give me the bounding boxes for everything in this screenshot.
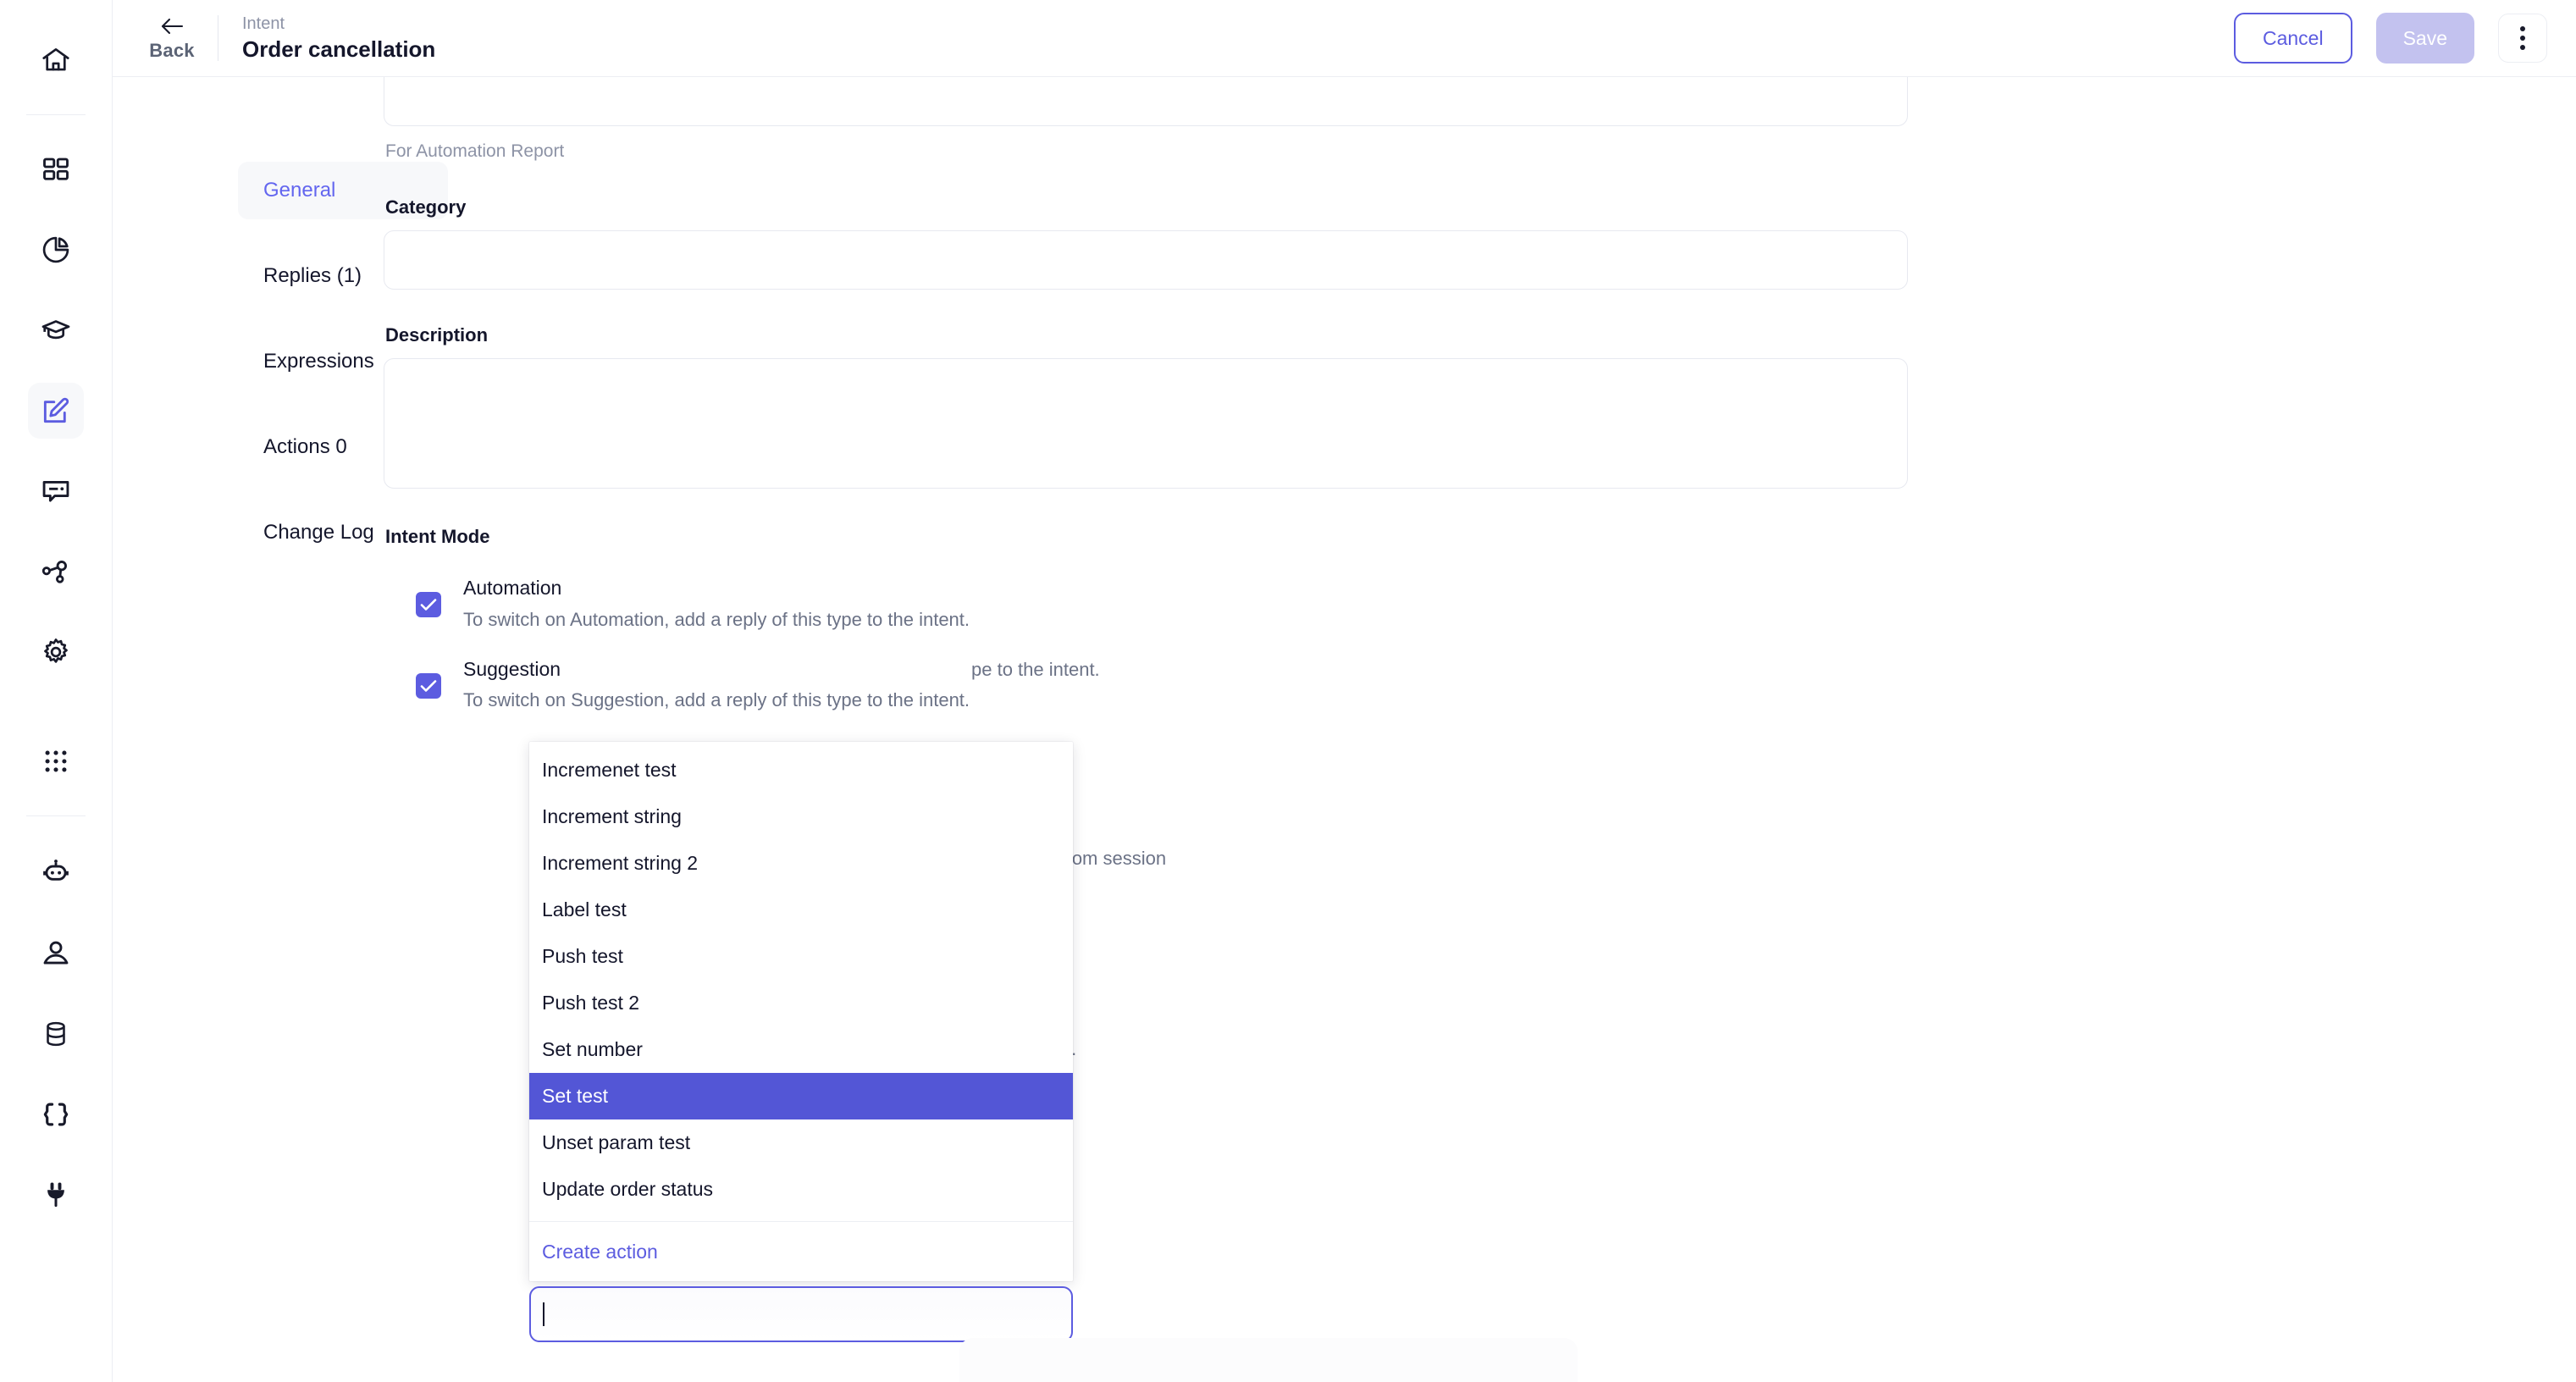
create-action-link[interactable]: Create action: [529, 1222, 1073, 1281]
occluded-text-fragment-1: pe to the intent.: [971, 659, 1100, 680]
rail-item-intents[interactable]: [28, 383, 84, 439]
rail-item-integrations[interactable]: [28, 1167, 84, 1223]
home-icon: [40, 44, 72, 76]
intent-mode-automation[interactable]: Automation To switch on Automation, add …: [384, 573, 1908, 634]
rail-item-dashboard[interactable]: [28, 141, 84, 197]
name-input[interactable]: [384, 77, 1908, 126]
apps-dots-icon: [41, 747, 70, 776]
automation-description: To switch on Automation, add a reply of …: [463, 608, 970, 630]
code-braces-icon: [40, 1098, 72, 1130]
page-title: Order cancellation: [242, 36, 436, 62]
rail-item-code[interactable]: [28, 1086, 84, 1142]
page-body: General Replies (1) Expressions Actions …: [113, 77, 2576, 1382]
dropdown-option-list: Incremenet test Increment string Increme…: [529, 742, 1073, 1216]
more-vertical-icon: [2520, 26, 2525, 50]
rail-item-training[interactable]: [28, 302, 84, 358]
bottom-panel: [959, 1338, 1578, 1382]
user-icon: [40, 937, 72, 970]
suggestion-description: To switch on Suggestion, add a reply of …: [463, 689, 970, 711]
automation-texts: Automation To switch on Automation, add …: [463, 573, 970, 634]
chat-bubble-icon: [40, 475, 72, 507]
suggestion-texts: Suggestion To switch on Suggestion, add …: [463, 655, 970, 716]
app-root: Back Intent Order cancellation Cancel Sa…: [0, 0, 2576, 1382]
dropdown-option[interactable]: Set number: [529, 1026, 1073, 1073]
top-header: Back Intent Order cancellation Cancel Sa…: [113, 0, 2576, 77]
graduation-cap-icon: [40, 314, 72, 346]
plug-icon: [41, 1180, 71, 1210]
dropdown-option[interactable]: Push test 2: [529, 980, 1073, 1026]
edit-square-icon: [40, 395, 72, 427]
text-cursor: [543, 1302, 544, 1326]
save-button[interactable]: Save: [2375, 13, 2474, 64]
category-input[interactable]: [384, 230, 1908, 290]
rail-item-apps[interactable]: [28, 733, 84, 789]
rail-divider-2: [26, 815, 86, 816]
page-kicker: Intent: [242, 14, 285, 33]
main-column: Back Intent Order cancellation Cancel Sa…: [113, 0, 2576, 1382]
back-button[interactable]: Back: [141, 14, 202, 62]
cancel-button[interactable]: Cancel: [2233, 13, 2352, 64]
share-nodes-icon: [40, 556, 72, 588]
description-label: Description: [385, 324, 489, 346]
dropdown-option[interactable]: Unset param test: [529, 1119, 1073, 1166]
database-icon: [41, 1020, 70, 1048]
gear-icon: [40, 636, 72, 668]
rail-item-users[interactable]: [28, 926, 84, 981]
back-label: Back: [149, 40, 195, 61]
rail-item-data[interactable]: [28, 1006, 84, 1062]
category-label: Category: [385, 196, 467, 218]
primary-icon-rail: [0, 0, 113, 1382]
action-search-input[interactable]: [529, 1286, 1073, 1342]
action-select-dropdown: Incremenet test Increment string Increme…: [529, 742, 1073, 1342]
rail-item-bot[interactable]: [28, 845, 84, 901]
more-options-button[interactable]: [2498, 14, 2547, 63]
automation-label: Automation: [463, 577, 562, 599]
rail-item-analytics[interactable]: [28, 222, 84, 278]
rail-item-home[interactable]: [28, 32, 84, 88]
rail-divider-1: [26, 114, 86, 115]
dropdown-option[interactable]: Label test: [529, 887, 1073, 933]
suggestion-checkbox[interactable]: [416, 672, 441, 699]
dropdown-option[interactable]: Increment string 2: [529, 840, 1073, 887]
section-nav: General Replies (1) Expressions Actions …: [113, 77, 448, 1382]
grid-icon: [41, 154, 71, 185]
rail-item-conversations[interactable]: [28, 463, 84, 519]
rail-item-settings[interactable]: [28, 624, 84, 680]
dropdown-option[interactable]: Update order status: [529, 1166, 1073, 1213]
dropdown-panel: Incremenet test Increment string Increme…: [529, 742, 1073, 1281]
suggestion-label: Suggestion: [463, 657, 561, 680]
dropdown-option[interactable]: Incremenet test: [529, 747, 1073, 793]
arrow-left-icon: [157, 14, 187, 38]
dropdown-option-selected[interactable]: Set test: [529, 1073, 1073, 1119]
name-helper-text: For Automation Report: [385, 141, 565, 161]
pie-chart-icon: [40, 234, 72, 266]
robot-icon: [40, 857, 72, 889]
header-actions: Cancel Save: [2233, 13, 2547, 64]
form-fields: For Automation Report Category Descripti…: [384, 77, 1908, 715]
rail-item-flows[interactable]: [28, 544, 84, 600]
automation-checkbox[interactable]: [416, 592, 441, 617]
intent-mode-suggestion[interactable]: Suggestion To switch on Suggestion, add …: [384, 655, 1908, 716]
description-textarea[interactable]: [384, 358, 1908, 489]
dropdown-option[interactable]: Push test: [529, 933, 1073, 980]
breadcrumb: Intent Order cancellation: [242, 14, 435, 64]
dropdown-option[interactable]: Increment string: [529, 793, 1073, 840]
intent-mode-title: Intent Mode: [385, 526, 490, 547]
